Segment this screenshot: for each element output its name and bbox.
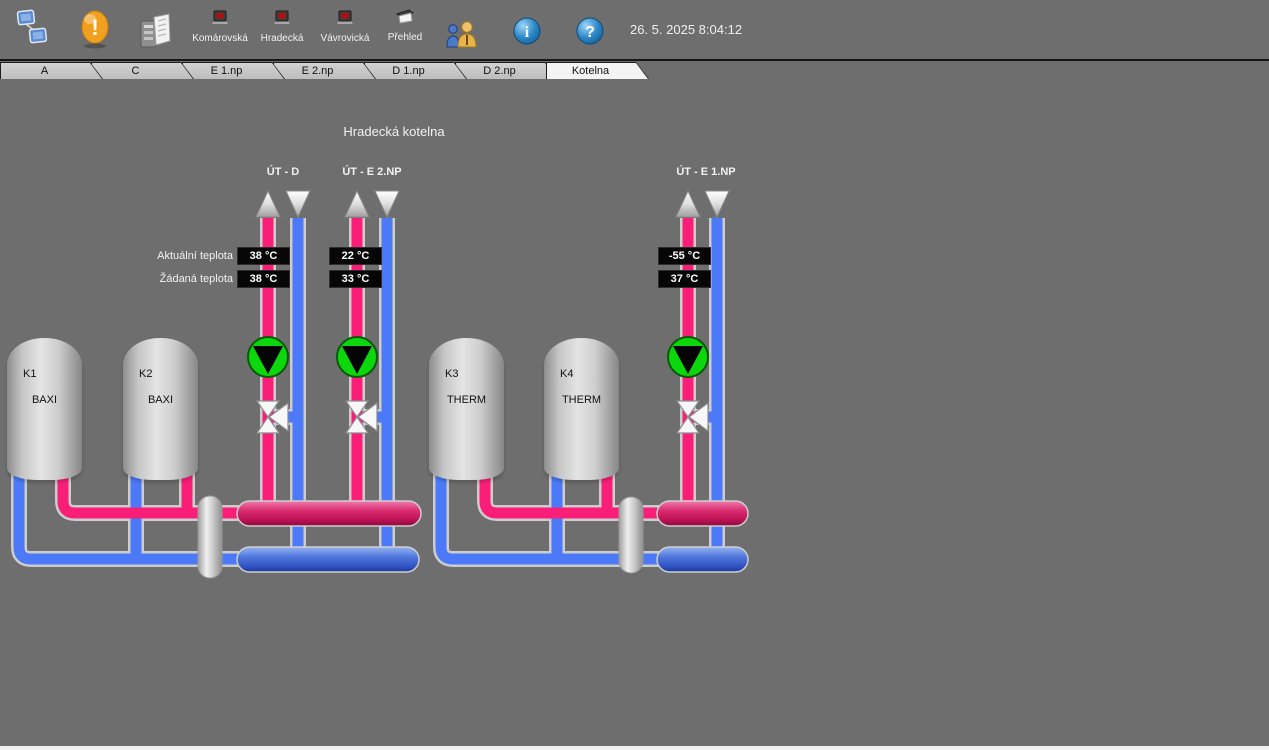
boiler-brand: THERM	[429, 394, 504, 406]
setpoint-temp-ut-e1np[interactable]: 37 °C	[658, 270, 711, 288]
site-button-label: Hradecká	[247, 33, 317, 44]
tab-d1np[interactable]: D 1.np	[364, 62, 467, 79]
return-manifold-left	[237, 547, 419, 572]
boiler-brand: THERM	[544, 394, 619, 406]
return-manifold-right	[657, 547, 748, 572]
info-button[interactable]: i	[513, 17, 541, 50]
return-down-arrow-2	[375, 191, 399, 217]
svg-text:!: !	[91, 15, 98, 40]
pump-ut-d[interactable]	[248, 337, 288, 377]
boiler-id: K2	[139, 368, 152, 380]
boiler-k4: K4 THERM	[544, 338, 619, 480]
scada-screen: K1 BAXI K2 BAXI K3 THERM K4 THERM Hradec…	[0, 0, 1269, 750]
boiler-id: K1	[23, 368, 36, 380]
overview-icon	[395, 8, 415, 24]
boiler-k1: K1 BAXI	[7, 338, 82, 480]
overview-button-label: Přehled	[370, 32, 440, 43]
network-icon	[14, 8, 50, 50]
bottom-edge	[0, 746, 1269, 750]
users-button[interactable]	[445, 21, 479, 53]
supply-up-arrow-2	[345, 191, 369, 217]
actual-temp-ut-d: 38 °C	[237, 247, 290, 265]
supply-manifold-left	[237, 501, 421, 526]
actual-temp-label: Aktuální teplota	[103, 250, 233, 262]
pump-ut-e2np[interactable]	[337, 337, 377, 377]
actual-temp-ut-e1np: -55 °C	[658, 247, 711, 265]
setpoint-temp-ut-e2np[interactable]: 33 °C	[329, 270, 382, 288]
users-icon	[445, 21, 479, 48]
help-button[interactable]: ?	[576, 17, 604, 50]
return-down-arrow-3	[705, 191, 729, 217]
overview-button[interactable]: Přehled	[370, 8, 440, 43]
site-button-komarovska[interactable]: Komárovská	[185, 10, 255, 44]
setpoint-temp-ut-d[interactable]: 38 °C	[237, 270, 290, 288]
circuit-label-ut-e2np: ÚT - E 2.NP	[312, 166, 432, 178]
site-button-label: Komárovská	[185, 33, 255, 44]
boiler-k3: K3 THERM	[429, 338, 504, 480]
tab-d2np[interactable]: D 2.np	[455, 62, 558, 79]
tab-e1np[interactable]: E 1.np	[182, 62, 285, 79]
tab-a[interactable]: A	[0, 62, 103, 79]
tab-c[interactable]: C	[91, 62, 194, 79]
boiler-k2: K2 BAXI	[123, 338, 198, 480]
site-button-hradecka[interactable]: Hradecká	[247, 10, 317, 44]
site-hradecka-icon	[273, 10, 291, 25]
boiler-brand: BAXI	[123, 394, 198, 406]
print-icon	[136, 9, 174, 53]
page-title: Hradecká kotelna	[294, 124, 494, 139]
svg-text:i: i	[525, 24, 530, 41]
tab-e2np[interactable]: E 2.np	[273, 62, 376, 79]
toolbar: ! Komárovská	[0, 0, 1269, 61]
alarm-icon: !	[80, 10, 112, 50]
boiler-id: K3	[445, 368, 458, 380]
clock: 26. 5. 2025 8:04:12	[630, 22, 742, 37]
circuit-label-ut-e1np: ÚT - E 1.NP	[646, 166, 766, 178]
supply-up-arrow-1	[256, 191, 280, 217]
print-button[interactable]	[136, 9, 174, 58]
boiler-brand: BAXI	[7, 394, 82, 406]
network-status-button[interactable]	[14, 8, 50, 55]
actual-temp-ut-e2np: 22 °C	[329, 247, 382, 265]
supply-manifold-right	[657, 501, 748, 526]
boiler-id: K4	[560, 368, 573, 380]
pump-ut-e1np[interactable]	[668, 337, 708, 377]
return-down-arrow-1	[286, 191, 310, 217]
svg-text:?: ?	[585, 24, 595, 41]
hydraulic-separator-left	[198, 496, 222, 578]
hydraulic-separator-right	[619, 497, 643, 573]
alarm-button[interactable]: !	[80, 10, 112, 55]
site-komarovska-icon	[211, 10, 229, 25]
site-vavrovicka-icon	[336, 10, 354, 25]
info-icon: i	[513, 17, 541, 45]
setpoint-temp-label: Žádaná teplota	[103, 273, 233, 285]
supply-up-arrow-3	[676, 191, 700, 217]
help-icon: ?	[576, 17, 604, 45]
tab-bar: A C E 1.np E 2.np D 1.np D 2.np Kotelna	[0, 61, 1269, 80]
tab-kotelna[interactable]: Kotelna	[546, 62, 649, 79]
